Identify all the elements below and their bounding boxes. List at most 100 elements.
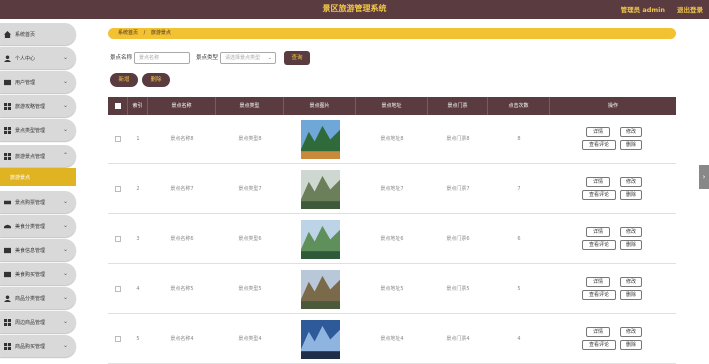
breadcrumb-home[interactable]: 系统首页 [118,30,138,36]
spot-type-placeholder: 请选择景点类型 [225,55,261,61]
edit-button[interactable]: 修改 [620,327,642,337]
add-button[interactable]: 新增 [110,73,138,87]
grid-icon [4,318,11,326]
breadcrumb-current: 旅游景点 [150,30,171,36]
view-reviews-button[interactable]: 查看评论 [582,190,616,200]
spot-ticket-cell: 景点门票5 [446,286,470,292]
column-header: 景点名称 [148,97,216,115]
chevron-down-icon: ⌄ [62,294,68,301]
grid-icon [4,102,11,110]
chevron-down-icon: ⌄ [62,54,68,61]
sidebar-item-spot-types[interactable]: 景点类型管理 ⌄ [0,119,76,141]
chevron-down-icon: ⌄ [62,222,68,229]
select-all-checkbox[interactable] [114,102,121,109]
users-icon [4,79,11,85]
index-cell: 4 [136,286,140,292]
edit-button[interactable]: 修改 [620,127,642,137]
sidebar-subitem-spots[interactable]: 旅游景点 [0,168,76,186]
logout-link[interactable]: 退出登录 [677,4,703,14]
top-bar: 景区旅游管理系统 管理员 admin 退出登录 [0,0,709,19]
view-reviews-button[interactable]: 查看评论 [582,140,616,150]
spot-image [301,320,340,359]
column-header: 操作 [607,103,618,109]
detail-button[interactable]: 详情 [586,177,610,187]
sidebar-subitem-label: 旅游景点 [10,174,31,181]
sidebar-item-label: 商品购买管理 [15,343,46,350]
delete-button[interactable]: 删除 [620,340,642,350]
food-icon [4,224,11,228]
index-cell: 1 [136,136,140,142]
chevron-down-icon: ⌄ [62,126,68,133]
detail-button[interactable]: 详情 [586,327,610,337]
view-reviews-button[interactable]: 查看评论 [582,340,616,350]
table-row: 2 景点名称7 景点类型7 景点地址7 景点门票7 7 详情 修改 查看评论 删除 [108,165,676,214]
row-checkbox[interactable] [115,286,121,292]
column-header: 景点门票 [428,97,488,115]
edit-button[interactable]: 修改 [620,177,642,187]
sidebar-item-product-categories[interactable]: 商品分类管理 ⌄ [0,287,76,309]
spot-name-cell: 景点名称8 [170,136,194,142]
chevron-down-icon: ⌄ [62,246,68,253]
spot-name-cell: 景点名称7 [170,186,194,192]
sidebar-item-tickets[interactable]: 景点购票管理 ⌄ [0,191,76,213]
row-checkbox[interactable] [115,136,121,142]
expand-panel-handle[interactable]: › [699,165,709,189]
search-button[interactable]: 查询 [284,51,310,65]
column-header: 景点类型 [216,97,284,115]
column-header: 索引 [128,97,148,115]
row-checkbox[interactable] [115,186,121,192]
sidebar-item-home[interactable]: 系统首页 [0,23,76,45]
row-checkbox[interactable] [115,236,121,242]
batch-delete-button[interactable]: 删除 [142,73,170,87]
delete-button[interactable]: 删除 [620,140,642,150]
sidebar-item-label: 系统首页 [15,31,36,38]
breadcrumb-separator: / [143,30,146,36]
edit-button[interactable]: 修改 [620,277,642,287]
spot-type-cell: 景点类型8 [238,136,262,142]
sidebar-item-spots[interactable]: 旅游景点管理 ⌃ [0,145,76,167]
chevron-up-icon: ⌃ [62,152,68,159]
view-reviews-button[interactable]: 查看评论 [582,290,616,300]
sidebar-item-food-categories[interactable]: 美食分类管理 ⌄ [0,215,76,237]
delete-button[interactable]: 删除 [620,190,642,200]
user-icon [4,54,11,62]
sidebar-item-label: 美食分类管理 [15,223,46,230]
sidebar-item-food-info[interactable]: 美食信息管理 ⌄ [0,239,76,261]
sidebar-item-label: 旅游景点管理 [15,153,46,160]
spot-type-cell: 景点类型7 [238,186,262,192]
spot-type-cell: 景点类型6 [238,236,262,242]
sidebar-item-food-purchases[interactable]: 美食购买管理 ⌄ [0,263,76,285]
column-header: 景点图片 [284,97,356,115]
sidebar-item-profile[interactable]: 个人中心 ⌄ [0,47,76,69]
ticket-icon [4,200,11,204]
detail-button[interactable]: 详情 [586,227,610,237]
sidebar-item-guides[interactable]: 旅游攻略管理 ⌄ [0,95,76,117]
index-cell: 3 [136,236,140,242]
detail-button[interactable]: 详情 [586,127,610,137]
sidebar-item-label: 周边商品管理 [15,319,46,326]
delete-button[interactable]: 删除 [620,290,642,300]
edit-button[interactable]: 修改 [620,227,642,237]
chevron-down-icon: ⌄ [62,270,68,277]
sidebar-item-products[interactable]: 周边商品管理 ⌄ [0,311,76,333]
grid-icon [4,152,11,160]
sidebar-item-users[interactable]: 用户管理 ⌄ [0,71,76,93]
sidebar-item-label: 用户管理 [15,79,36,86]
spot-name-input[interactable]: 景点名称 [134,52,190,64]
app-title: 景区旅游管理系统 [322,4,387,13]
spot-image [301,170,340,209]
spot-name-cell: 景点名称6 [170,236,194,242]
detail-button[interactable]: 详情 [586,277,610,287]
sidebar-item-label: 景点购票管理 [15,199,46,206]
breadcrumb: 系统首页 / 旅游景点 [108,28,676,39]
select-all-cell[interactable] [108,97,128,115]
spot-type-select[interactable]: 请选择景点类型 ⌄ [220,52,276,64]
row-checkbox[interactable] [115,336,121,342]
sidebar-item-product-purchases[interactable]: 商品购买管理 ⌄ [0,335,76,357]
user-icon [4,294,11,302]
view-reviews-button[interactable]: 查看评论 [582,240,616,250]
spot-address-cell: 景点地址6 [380,236,404,242]
spot-image [301,270,340,309]
delete-button[interactable]: 删除 [620,240,642,250]
sidebar-item-label: 旅游攻略管理 [15,103,46,110]
